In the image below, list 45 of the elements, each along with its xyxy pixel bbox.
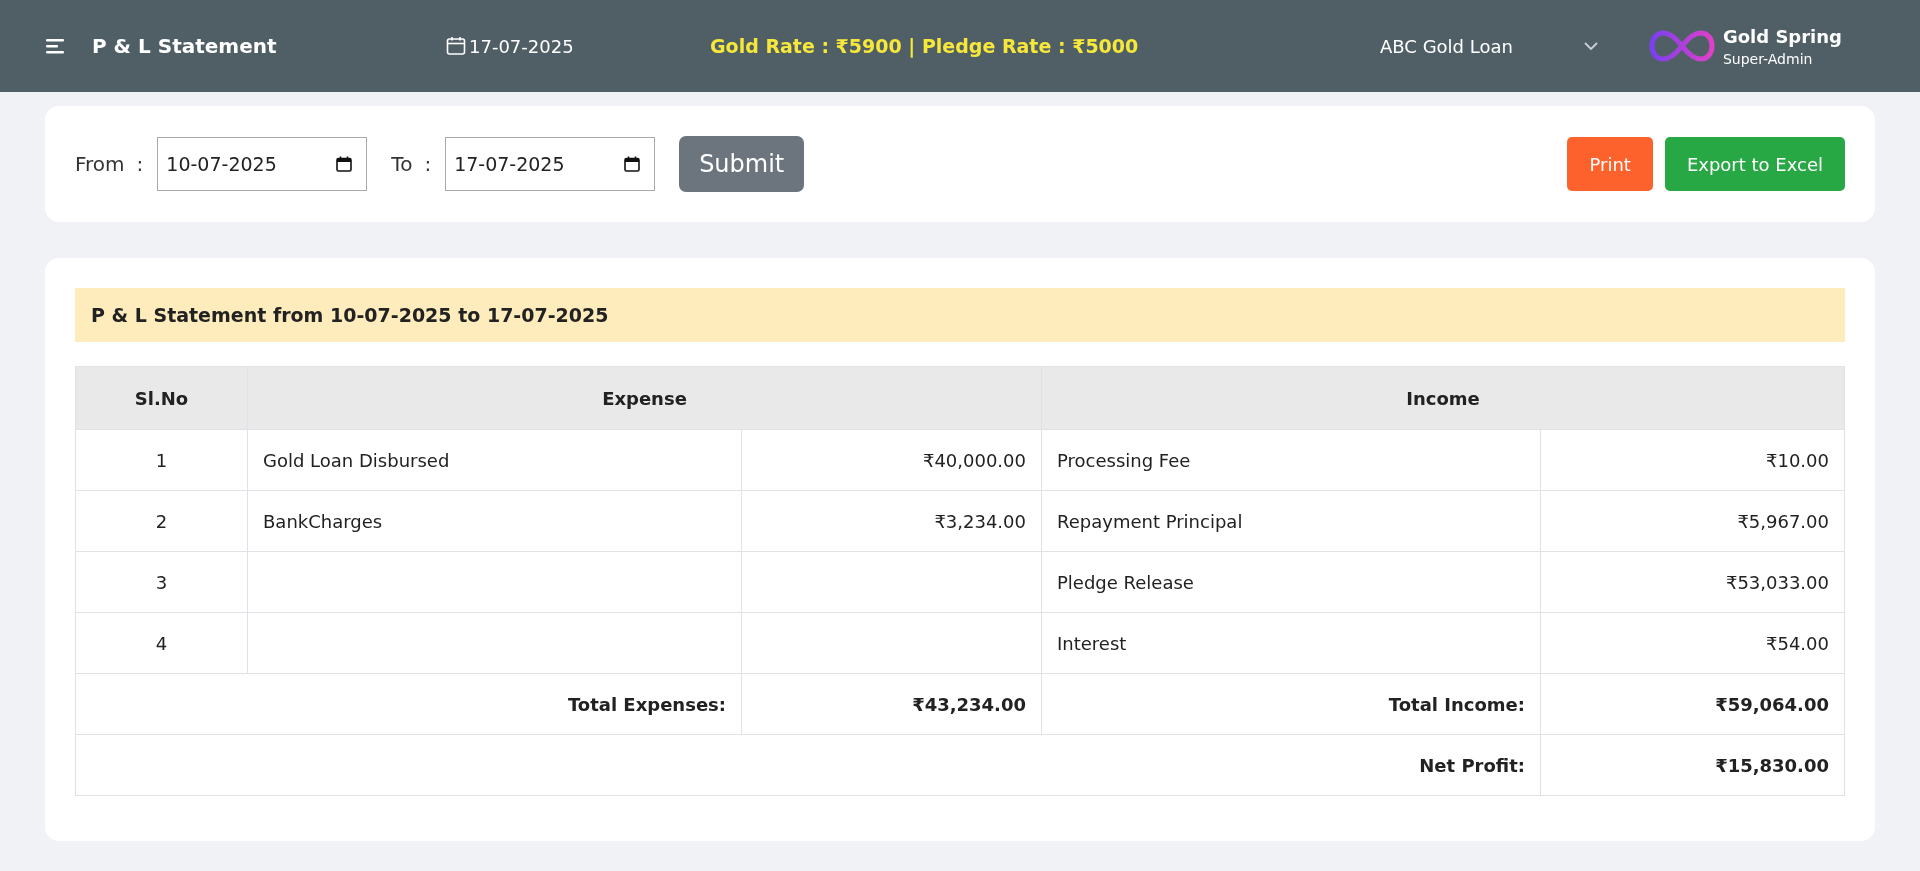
from-date-field[interactable]: 10-07-2025: [157, 137, 368, 191]
table-cell: Processing Fee: [1041, 429, 1541, 491]
table-cell: 1: [75, 429, 248, 491]
to-date-field[interactable]: 17-07-2025: [445, 137, 656, 191]
table-cell: Gold Loan Disbursed: [247, 429, 742, 491]
table-cell: ₹43,234.00: [741, 673, 1042, 735]
table-cell: ₹54.00: [1540, 612, 1845, 674]
table-cell: ₹59,064.00: [1540, 673, 1845, 735]
table-cell: 3: [75, 551, 248, 613]
table-cell: 4: [75, 612, 248, 674]
page-title: P & L Statement: [92, 34, 277, 58]
user-role: Super-Admin: [1722, 50, 1814, 67]
column-header: Income: [1041, 366, 1845, 430]
table-cell: Net Profit:: [75, 734, 1541, 796]
current-date: 17-07-2025: [469, 35, 574, 57]
calendar-icon: [336, 156, 353, 172]
colon-separator: :: [424, 152, 432, 176]
table-cell: BankCharges: [247, 490, 742, 552]
table-cell: ₹40,000.00: [741, 429, 1042, 491]
table-cell: ₹10.00: [1540, 429, 1845, 491]
table-cell: Repayment Principal: [1041, 490, 1541, 552]
submit-button[interactable]: Submit: [679, 136, 805, 192]
table-cell: ₹15,830.00: [1540, 734, 1845, 796]
column-header: Expense: [247, 366, 1042, 430]
table-cell: Pledge Release: [1041, 551, 1541, 613]
infinity-logo-icon: [1648, 29, 1715, 63]
from-label: From: [75, 152, 125, 176]
table-cell: ₹53,033.00: [1540, 551, 1845, 613]
calendar-icon: [624, 156, 641, 172]
table-cell: Interest: [1041, 612, 1541, 674]
colon-separator: :: [136, 152, 144, 176]
company-dropdown[interactable]: ABC Gold Loan: [1380, 35, 1599, 57]
table-cell: 2: [75, 490, 248, 552]
rates-text: Gold Rate : ₹5900 | Pledge Rate : ₹5000: [710, 35, 1140, 57]
calendar-icon: [446, 36, 466, 56]
user-name: Gold Spring: [1722, 25, 1842, 47]
table-cell: ₹3,234.00: [741, 490, 1042, 552]
to-label: To: [391, 152, 413, 176]
column-header: Sl.No: [75, 366, 248, 430]
chevron-down-icon: [1582, 41, 1599, 51]
table-cell: Total Expenses:: [75, 673, 742, 735]
table-cell: ₹5,967.00: [1540, 490, 1845, 552]
table-cell: Total Income:: [1041, 673, 1541, 735]
menu-icon[interactable]: [46, 38, 66, 54]
report-title: P & L Statement from 10-07-2025 to 17-07-2025: [75, 288, 1845, 342]
